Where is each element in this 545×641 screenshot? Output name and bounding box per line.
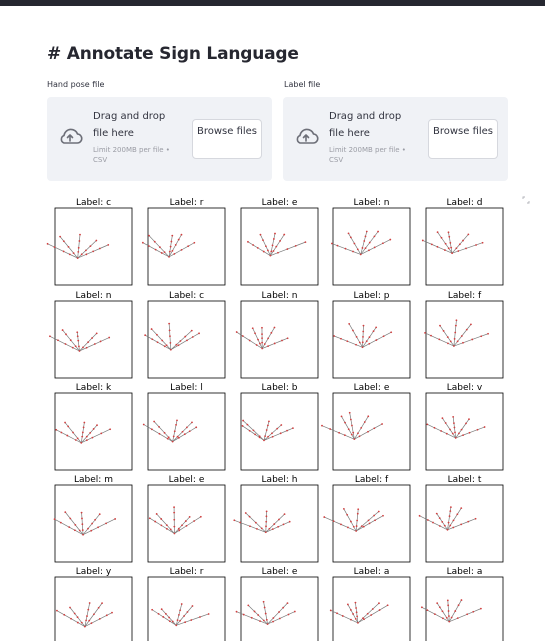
- browse-files-button[interactable]: Browse files: [192, 119, 262, 159]
- pose-plot-frame: [332, 207, 411, 286]
- pose-plot-frame: [54, 300, 133, 379]
- dropzone-limit: Limit 200MB per file • CSV: [93, 146, 170, 164]
- plot-label: Label: n: [76, 291, 112, 301]
- plot-label: Label: p: [354, 291, 390, 301]
- plot-label: Label: l: [170, 383, 203, 393]
- plot-label: Label: c: [76, 198, 111, 208]
- plot-label: Label: n: [262, 291, 298, 301]
- pose-plot-frame: [240, 300, 319, 379]
- plot-label: Label: c: [169, 291, 204, 301]
- plot-label: Label: n: [354, 198, 390, 208]
- label-file-label: Label file: [284, 80, 321, 89]
- plot-label: Label: t: [448, 475, 482, 485]
- page-title: # Annotate Sign Language: [47, 44, 299, 64]
- pose-plot-frame: [332, 576, 411, 641]
- plot-label: Label: b: [262, 383, 298, 393]
- pose-plot-frame: [54, 576, 133, 641]
- dropzone-instructions: Drag and drop file here: [93, 111, 166, 139]
- plot-label: Label: y: [76, 567, 112, 577]
- pose-plot-frame: [332, 300, 411, 379]
- pose-plot-frame: [425, 576, 504, 641]
- plot-label: Label: k: [76, 383, 112, 393]
- hand-pose-file-dropzone[interactable]: Drag and drop file here Limit 200MB per …: [47, 97, 272, 181]
- app-header-bar: [0, 0, 545, 6]
- pose-plot-frame: [54, 392, 133, 471]
- pose-plot-frame: [425, 392, 504, 471]
- fullscreen-icon[interactable]: [522, 196, 530, 204]
- plot-label: Label: a: [354, 567, 390, 577]
- pose-plot-frame: [54, 484, 133, 563]
- cloud-upload-icon: [60, 128, 83, 144]
- plot-label: Label: v: [447, 383, 483, 393]
- pose-plot-frame: [425, 484, 504, 563]
- dropzone-limit: Limit 200MB per file • CSV: [329, 146, 406, 164]
- browse-files-button[interactable]: Browse files: [428, 119, 498, 159]
- dropzone-instructions: Drag and drop file here: [329, 111, 402, 139]
- plot-label: Label: f: [448, 291, 482, 301]
- pose-plot-frame: [54, 207, 133, 286]
- plot-label: Label: r: [170, 198, 204, 208]
- pose-plot-frame: [240, 392, 319, 471]
- pose-plot-frame: [332, 392, 411, 471]
- pose-plot-frame: [147, 484, 226, 563]
- plot-label: Label: m: [74, 475, 113, 485]
- hand-pose-file-label: Hand pose file: [47, 80, 105, 89]
- plot-label: Label: f: [355, 475, 389, 485]
- plot-label: Label: e: [169, 475, 205, 485]
- plot-label: Label: h: [262, 475, 298, 485]
- plot-label: Label: d: [447, 198, 483, 208]
- plot-label: Label: a: [447, 567, 483, 577]
- plot-label: Label: e: [262, 567, 298, 577]
- pose-plot-frame: [240, 576, 319, 641]
- plot-label: Label: e: [262, 198, 298, 208]
- pose-plot-frame: [147, 392, 226, 471]
- pose-plot-frame: [240, 207, 319, 286]
- plot-label: Label: e: [354, 383, 390, 393]
- pose-plot-frame: [332, 484, 411, 563]
- pose-plot-frame: [425, 300, 504, 379]
- cloud-upload-icon: [296, 128, 319, 144]
- pose-plot-frame: [147, 576, 226, 641]
- plot-label: Label: r: [170, 567, 204, 577]
- pose-plot-frame: [240, 484, 319, 563]
- hand-pose-figure: Label: c Label: r Label: e Label: n Label: d…: [46, 198, 504, 641]
- label-file-dropzone[interactable]: Drag and drop file here Limit 200MB per …: [283, 97, 508, 181]
- pose-plot-frame: [147, 300, 226, 379]
